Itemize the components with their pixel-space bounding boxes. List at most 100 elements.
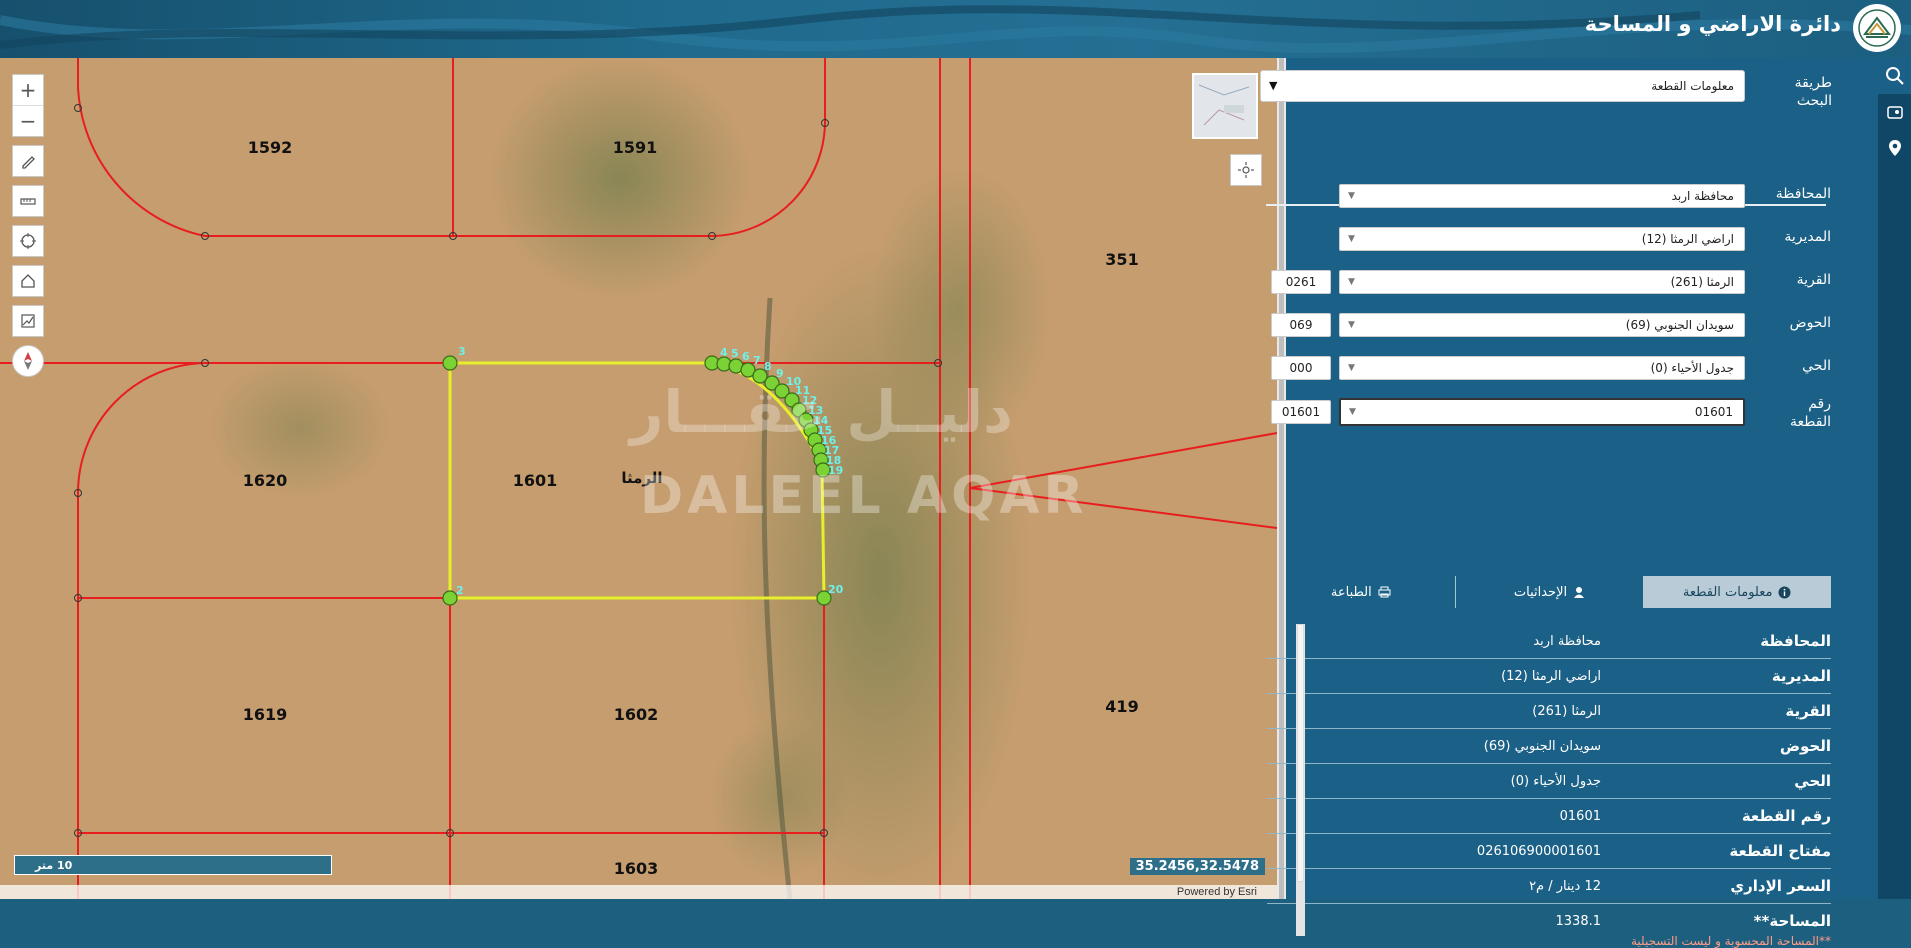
info-tabs: معلومات القطعة الإحداثيات الطباعة	[1267, 576, 1831, 608]
parcel-label: 1592	[248, 138, 293, 157]
daylight-button[interactable]	[1230, 154, 1262, 186]
location-pin-icon	[1888, 140, 1901, 156]
village-value: الرمثا (261)	[1670, 275, 1734, 289]
search-method-value: معلومات القطعة	[1651, 79, 1734, 93]
basin-code-input[interactable]: 069	[1271, 313, 1331, 337]
basin-label: الحوض	[1789, 315, 1831, 331]
chevron-down-icon: ▼	[1348, 363, 1355, 373]
info-icon	[1778, 586, 1791, 598]
info-row: الحي جدول الأحياء (0)	[1267, 764, 1831, 799]
directorate-select[interactable]: اراضي الرمثا (12) ▼	[1339, 227, 1745, 251]
info-value: 12 دينار / م٢	[1529, 878, 1601, 894]
scrollbar-thumb[interactable]	[1297, 624, 1304, 882]
info-row: مفتاح القطعة 026106900001601	[1267, 834, 1831, 869]
info-key: مفتاح القطعة	[1729, 842, 1831, 860]
info-value: اراضي الرمثا (12)	[1501, 668, 1601, 684]
info-key: الحوض	[1779, 737, 1831, 755]
vertex-label: 8	[764, 360, 772, 373]
info-row: المحافظة محافظة اربد	[1267, 624, 1831, 659]
app-title: دائرة الاراضي و المساحة	[1584, 12, 1841, 36]
parcel-label: 1601	[513, 471, 558, 490]
ruler-icon	[20, 198, 36, 205]
home-icon	[21, 274, 35, 288]
tab-label: الطباعة	[1330, 584, 1372, 600]
governorate-value: محافظة اربد	[1671, 189, 1734, 203]
place-label: الرمثا	[621, 469, 662, 487]
search-icon	[1885, 67, 1904, 85]
governorate-select[interactable]: محافظة اربد ▼	[1339, 184, 1745, 208]
zoom-in-button[interactable]: +	[13, 75, 43, 105]
info-key: رقم القطعة	[1741, 807, 1831, 825]
basemap-thumbnail	[1194, 75, 1256, 137]
info-key: السعر الإداري	[1730, 877, 1831, 895]
zoom-control: + −	[12, 74, 44, 137]
vertex-label: 6	[742, 350, 750, 363]
home-button[interactable]	[12, 265, 44, 297]
search-method-select[interactable]: معلومات القطعة ▼	[1260, 70, 1745, 102]
governorate-label: المحافظة	[1775, 186, 1831, 202]
crosshair-icon	[20, 233, 36, 249]
chevron-down-icon: ▼	[1348, 320, 1355, 330]
pencil-icon	[22, 156, 35, 169]
basemap-toggle[interactable]	[1192, 73, 1258, 139]
basin-select[interactable]: سويدان الجنوبي (69) ▼	[1339, 313, 1745, 337]
info-value: محافظة اربد	[1533, 633, 1601, 649]
parcel-code-input[interactable]: 01601	[1271, 400, 1331, 424]
info-scrollbar[interactable]	[1296, 624, 1305, 936]
village-code-input[interactable]: 0261	[1271, 270, 1331, 294]
info-value: سويدان الجنوبي (69)	[1483, 738, 1601, 754]
parcel-label: 1591	[613, 138, 658, 157]
draw-tool-button[interactable]	[12, 145, 44, 177]
vertex-label: 20	[828, 583, 844, 596]
scale-label: 10 متر	[35, 858, 73, 872]
compass-button[interactable]	[12, 345, 44, 377]
parcel-label: 419	[1105, 697, 1138, 716]
compass-icon	[24, 352, 32, 370]
map-book-button[interactable]	[1878, 94, 1911, 130]
vertex-label: 7	[753, 354, 761, 367]
locate-button[interactable]	[12, 225, 44, 257]
chart-tool-button[interactable]	[12, 305, 44, 337]
sun-icon	[1238, 162, 1254, 178]
printer-icon	[1378, 586, 1391, 598]
map-canvas[interactable]: 3 4 5 6 7 8 9 10 11 12 13 14 15 16 17 18…	[0, 58, 1277, 899]
vertex-label: 4	[720, 346, 728, 359]
info-row: المساحة** 1338.1	[1267, 904, 1832, 938]
tab-coordinates[interactable]: الإحداثيات	[1454, 576, 1644, 608]
village-label: القرية	[1796, 272, 1831, 288]
location-button[interactable]	[1878, 130, 1911, 166]
village-select[interactable]: الرمثا (261) ▼	[1339, 270, 1745, 294]
district-code-input[interactable]: 000	[1271, 356, 1331, 380]
info-value: 1338.1	[1555, 913, 1602, 929]
header-bar: دائرة الاراضي و المساحة	[0, 0, 1911, 58]
scale-bar: 10 متر	[14, 855, 332, 875]
parcel-label: 1603	[614, 859, 659, 878]
info-key: المساحة**	[1753, 912, 1831, 930]
parcel-number-select[interactable]: 01601 ▼	[1339, 398, 1745, 426]
vertex-label: 3	[458, 345, 466, 358]
vertex-label: 19	[828, 464, 843, 477]
search-tool-button[interactable]	[1878, 58, 1911, 94]
search-method-label: طريقة البحث	[1794, 75, 1832, 109]
chevron-down-icon: ▼	[1348, 277, 1355, 287]
info-value: 026106900001601	[1476, 843, 1601, 859]
info-row: الحوض سويدان الجنوبي (69)	[1267, 729, 1831, 764]
district-select[interactable]: جدول الأحياء (0) ▼	[1339, 356, 1745, 380]
parcel-label: 351	[1105, 250, 1138, 269]
chevron-down-icon: ▼	[1348, 191, 1355, 201]
person-pin-icon	[1574, 587, 1585, 598]
tab-print[interactable]: الطباعة	[1267, 576, 1455, 608]
measure-tool-button[interactable]	[12, 185, 44, 217]
info-value: جدول الأحياء (0)	[1510, 773, 1601, 789]
vertex-label: 2	[456, 584, 464, 597]
tab-parcel-info[interactable]: معلومات القطعة	[1643, 576, 1831, 608]
vertex-label: 5	[731, 347, 739, 360]
tab-label: الإحداثيات	[1513, 584, 1568, 600]
zoom-out-button[interactable]: −	[13, 105, 43, 136]
right-icon-bar	[1878, 58, 1911, 899]
map-view[interactable]: 3 4 5 6 7 8 9 10 11 12 13 14 15 16 17 18…	[0, 58, 1277, 899]
attribution: Powered by Esri	[0, 885, 1277, 899]
directorate-value: اراضي الرمثا (12)	[1641, 232, 1734, 246]
info-key: الحي	[1794, 772, 1831, 790]
info-row: رقم القطعة 01601	[1267, 799, 1831, 834]
